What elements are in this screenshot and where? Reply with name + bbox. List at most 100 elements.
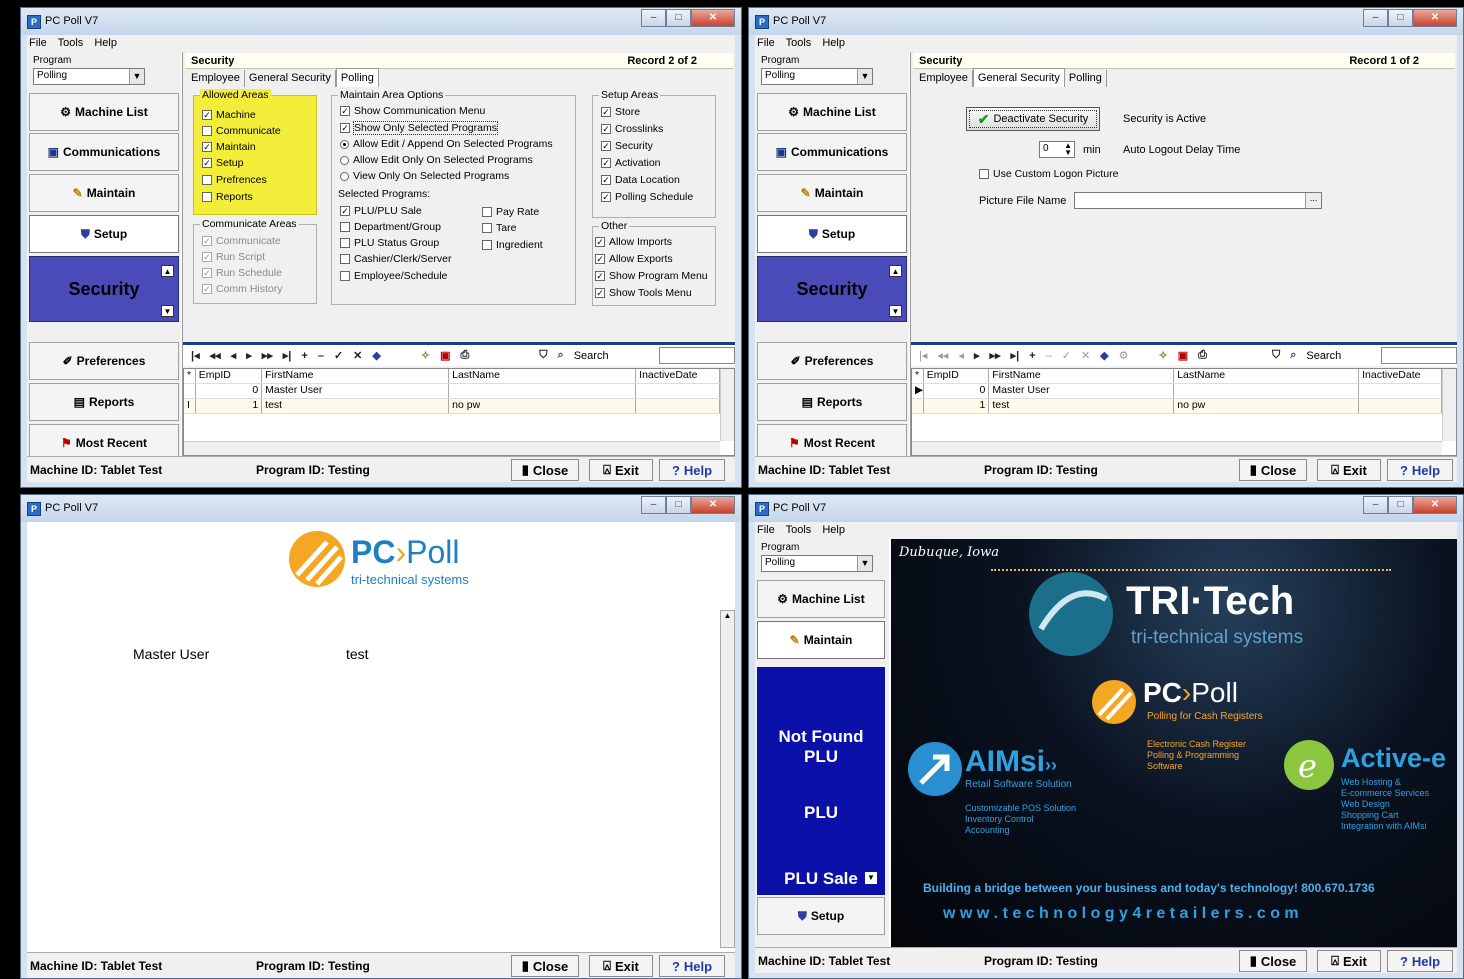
logout-delay-stepper[interactable]: 0 ▲ ▼ — [1039, 141, 1075, 158]
horizontal-scrollbar[interactable] — [184, 441, 720, 455]
cell-inactivedate[interactable] — [1359, 384, 1442, 398]
first-record-icon[interactable]: |◂ — [191, 349, 200, 362]
delete-icon[interactable]: – — [1046, 350, 1052, 362]
menu-file[interactable]: File — [757, 524, 775, 536]
table-row[interactable]: ▶ 0 Master User — [912, 384, 1442, 399]
add-icon[interactable]: + — [301, 350, 307, 362]
browse-button[interactable]: ... — [1305, 193, 1321, 208]
delete-icon[interactable]: – — [318, 350, 324, 362]
machine-list-button[interactable]: ⚙ Machine List — [29, 93, 179, 131]
setup-button[interactable]: ⛊ Setup — [29, 215, 179, 253]
menu-help[interactable]: Help — [822, 37, 845, 49]
program-cashier-checkbox[interactable]: Cashier/Clerk/Server — [340, 253, 451, 265]
cell-firstname[interactable]: test — [989, 399, 1175, 413]
show-tools-menu-checkbox[interactable]: ✓ Show Tools Menu — [595, 287, 692, 299]
exit-button[interactable]: ⍓ Exit — [589, 955, 653, 977]
close-window-button[interactable]: ✕ — [1413, 9, 1457, 27]
reports-button[interactable]: ▤ Reports — [29, 383, 179, 421]
wizard-icon[interactable]: ✧ — [421, 349, 430, 362]
close-window-button[interactable]: ✕ — [691, 496, 735, 514]
cancel-icon[interactable]: ✕ — [1081, 349, 1090, 362]
scroll-up-icon[interactable]: ▲ — [721, 611, 734, 620]
print-icon[interactable]: ⎙ — [1198, 349, 1207, 362]
cell-firstname[interactable]: test — [262, 399, 450, 413]
user-master-user[interactable]: Master User — [133, 646, 209, 662]
custom-logon-checkbox[interactable]: Use Custom Logon Picture — [979, 168, 1118, 180]
program-plu-checkbox[interactable]: ✓ PLU/PLU Sale — [340, 205, 422, 217]
table-row[interactable]: 0 Master User — [184, 384, 720, 399]
comm-run-schedule-checkbox[interactable]: ✓ Run Schedule — [202, 267, 282, 279]
column-empid[interactable]: EmpID — [923, 369, 990, 383]
banner-url[interactable]: w w w . t e c h n o l o g y 4 r e t a i … — [943, 905, 1299, 923]
column-inactivedate[interactable]: InactiveDate — [636, 369, 720, 383]
cell-inactivedate[interactable] — [636, 399, 720, 413]
cell-lastname[interactable] — [449, 384, 637, 398]
cancel-icon[interactable]: ✕ — [353, 349, 362, 362]
tab-general-security[interactable]: General Security — [245, 70, 336, 87]
help-button[interactable]: ? Help — [659, 955, 725, 977]
refresh-icon[interactable]: ◆ — [1100, 349, 1108, 362]
prev-record-icon[interactable]: ◂ — [231, 349, 237, 362]
help-button[interactable]: ? Help — [1387, 950, 1453, 972]
machine-list-button[interactable]: ⚙ Machine List — [757, 93, 907, 131]
minimize-button[interactable]: – — [641, 9, 666, 27]
scroll-down-icon[interactable]: ▼ — [889, 305, 902, 317]
exit-button[interactable]: ⍓ Exit — [1317, 950, 1381, 972]
maximize-button[interactable]: □ — [1388, 496, 1413, 514]
search-icon[interactable]: ⌕ — [558, 349, 564, 362]
search-icon[interactable]: ⌕ — [1290, 349, 1296, 362]
last-record-icon[interactable]: ▸| — [1011, 349, 1020, 362]
prev-record-icon[interactable]: ◂ — [958, 349, 964, 362]
tab-polling[interactable]: Polling — [1065, 70, 1107, 87]
help-button[interactable]: ? Help — [1387, 459, 1453, 481]
program-select[interactable]: Polling ▼ — [33, 68, 145, 85]
cell-firstname[interactable]: Master User — [989, 384, 1175, 398]
allowed-setup-checkbox[interactable]: ✓ Setup — [202, 157, 243, 169]
program-pay-rate-checkbox[interactable]: Pay Rate — [482, 206, 539, 218]
vertical-scrollbar[interactable] — [720, 369, 734, 441]
help-button[interactable]: ? Help — [659, 459, 725, 481]
horizontal-scrollbar[interactable] — [912, 441, 1442, 455]
program-plu-status-checkbox[interactable]: PLU Status Group — [340, 237, 439, 249]
allowed-reports-checkbox[interactable]: Reports — [202, 191, 253, 203]
preferences-button[interactable]: ✐ Preferences — [757, 342, 907, 380]
allowed-maintain-checkbox[interactable]: ✓ Maintain — [202, 141, 256, 153]
cell-inactivedate[interactable] — [1359, 399, 1442, 413]
maintain-button[interactable]: ✎ Maintain — [29, 174, 179, 212]
program-select[interactable]: Polling ▼ — [761, 68, 873, 85]
title-bar[interactable]: P PC Poll V7 – □ ✕ — [749, 495, 1463, 522]
communications-button[interactable]: ▣ Communications — [29, 133, 179, 171]
menu-tools[interactable]: Tools — [786, 37, 812, 49]
refresh-icon[interactable]: ◆ — [372, 349, 380, 362]
cell-lastname[interactable]: no pw — [449, 399, 637, 413]
menu-help[interactable]: Help — [822, 524, 845, 536]
maximize-button[interactable]: □ — [666, 9, 691, 27]
setup-crosslinks-checkbox[interactable]: ✓ Crosslinks — [601, 123, 663, 135]
export-icon[interactable]: ▣ — [1178, 349, 1188, 362]
deactivate-security-button[interactable]: ✔ Deactivate Security — [966, 107, 1100, 131]
reports-button[interactable]: ▤ Reports — [757, 383, 907, 421]
wizard-icon[interactable]: ✧ — [1159, 349, 1168, 362]
cell-firstname[interactable]: Master User — [262, 384, 450, 398]
tab-employee[interactable]: Employee — [915, 70, 973, 87]
close-window-button[interactable]: ✕ — [1413, 496, 1457, 514]
allow-imports-checkbox[interactable]: ✓ Allow Imports — [595, 236, 672, 248]
column-firstname[interactable]: FirstName — [262, 369, 450, 383]
search-input[interactable] — [1381, 347, 1457, 364]
cell-inactivedate[interactable] — [636, 384, 720, 398]
picture-file-input[interactable]: ... — [1074, 192, 1322, 209]
allow-edit-only-radio[interactable]: Allow Edit Only On Selected Programs — [340, 154, 533, 166]
close-window-button[interactable]: ✕ — [691, 9, 735, 27]
maximize-button[interactable]: □ — [1388, 9, 1413, 27]
setup-activation-checkbox[interactable]: ✓ Activation — [601, 157, 661, 169]
menu-help[interactable]: Help — [94, 37, 117, 49]
comm-communicate-checkbox[interactable]: ✓ Communicate — [202, 235, 281, 247]
vertical-scrollbar[interactable] — [1442, 369, 1456, 441]
prev-page-icon[interactable]: ◂◂ — [210, 349, 221, 362]
cell-empid[interactable]: 0 — [196, 384, 263, 398]
table-row[interactable]: I 1 test no pw — [184, 399, 720, 414]
prev-page-icon[interactable]: ◂◂ — [937, 349, 948, 362]
maximize-button[interactable]: □ — [666, 496, 691, 514]
allowed-communicate-checkbox[interactable]: Communicate — [202, 125, 281, 137]
machine-list-button[interactable]: ⚙ Machine List — [757, 580, 885, 618]
